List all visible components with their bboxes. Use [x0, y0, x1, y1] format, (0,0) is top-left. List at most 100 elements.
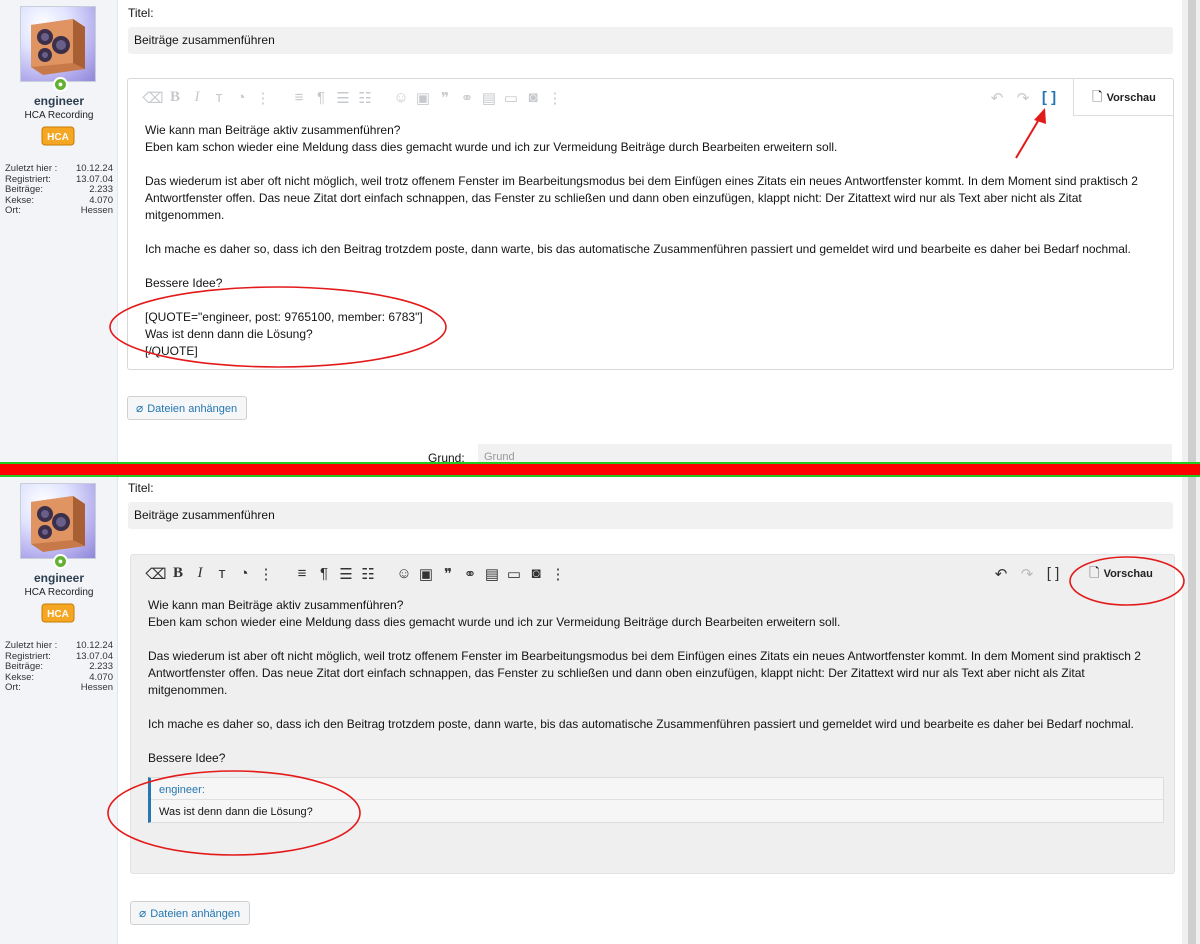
paragraph-icon[interactable]: ¶ — [313, 565, 335, 583]
svg-text:HCA: HCA — [47, 609, 69, 620]
bbcode-quote-close: [/QUOTE] — [145, 344, 198, 358]
undo-icon[interactable]: ↶ — [984, 89, 1010, 107]
post-line: Eben kam schon wieder eine Meldung dass … — [145, 140, 838, 154]
camera-icon[interactable]: ◙ — [522, 89, 544, 107]
italic-icon[interactable]: I — [186, 89, 208, 107]
post-form: Titel: Beiträge zusammenführen ⌫ B I т ◔… — [118, 0, 1200, 462]
redo-icon[interactable]: ↷ — [1010, 89, 1036, 107]
online-status-icon: ● — [53, 77, 68, 92]
username[interactable]: engineer — [0, 571, 118, 585]
align-icon[interactable]: ≡ — [288, 89, 310, 107]
media-icon[interactable]: ▤ — [478, 89, 500, 107]
scrollbar[interactable] — [1182, 0, 1200, 462]
reason-label: Grund: — [428, 451, 465, 462]
more-icon[interactable]: ⋮ — [544, 89, 566, 107]
bold-icon[interactable]: B — [167, 565, 189, 583]
smiley-icon[interactable]: ☺ — [390, 89, 412, 107]
post-paragraph: Das wiederum ist aber oft nicht möglich,… — [145, 174, 1138, 222]
paperclip-icon: ⌀ — [139, 906, 147, 920]
username[interactable]: engineer — [0, 94, 118, 108]
paperclip-icon: ⌀ — [136, 401, 144, 415]
eraser-icon[interactable]: ⌫ — [142, 89, 164, 107]
user-sidebar: ● engineer HCA Recording HCA Zuletzt hie… — [0, 0, 118, 462]
hca-badge-icon: HCA — [41, 603, 75, 623]
align-icon[interactable]: ≡ — [291, 565, 313, 583]
more-icon[interactable]: ⋮ — [252, 89, 274, 107]
attach-files-button[interactable]: ⌀ Dateien anhängen — [127, 396, 248, 420]
title-input[interactable]: Beiträge zusammenführen — [128, 502, 1173, 529]
bbcode-quote-body: Was ist denn dann die Lösung? — [145, 327, 313, 341]
bbcode-toggle-icon[interactable]: [ ] — [1036, 89, 1062, 107]
stat-row: Ort: Hessen — [5, 682, 113, 693]
paragraph-icon[interactable]: ¶ — [310, 89, 332, 107]
screenshot-divider — [0, 462, 1200, 477]
quote-icon[interactable]: ❞ — [437, 565, 459, 583]
italic-icon[interactable]: I — [189, 565, 211, 583]
post-paragraph: Ich mache es daher so, dass ich den Beit… — [145, 242, 1131, 256]
editor-content[interactable]: Wie kann man Beiträge aktiv zusammenführ… — [145, 122, 1153, 360]
quote-author[interactable]: engineer: — [151, 778, 1163, 800]
scrollbar-thumb[interactable] — [1188, 0, 1196, 462]
editor-toolbar: ⌫ B I т ◔ ⋮ ≡ ¶ ☰ ☷ ☺ ▣ ❞ ⚭ ▤ ▭ ◙ ⋮ ↶ ↷ … — [131, 555, 1174, 593]
more-icon[interactable]: ⋮ — [547, 565, 569, 583]
camera-icon[interactable]: ◙ — [525, 565, 547, 583]
post-line: Wie kann man Beiträge aktiv zusammenführ… — [148, 598, 404, 612]
avatar[interactable] — [20, 6, 96, 82]
preview-button[interactable]: 🗋 Vorschau — [1071, 555, 1171, 591]
title-label: Titel: — [128, 6, 154, 20]
rich-text-editor[interactable]: ⌫ B I т ◔ ⋮ ≡ ¶ ☰ ☷ ☺ ▣ ❞ ⚭ ▤ ▭ ◙ ⋮ ↶ ↷ … — [127, 78, 1174, 370]
unordered-list-icon[interactable]: ☰ — [335, 565, 357, 583]
title-input[interactable]: Beiträge zusammenführen — [128, 27, 1173, 54]
quote-body: Was ist denn dann die Lösung? — [159, 806, 313, 818]
ordered-list-icon[interactable]: ☷ — [354, 89, 376, 107]
post-paragraph: Bessere Idee? — [145, 276, 223, 290]
image-icon[interactable]: ▣ — [415, 565, 437, 583]
rendered-quote-block: engineer: Was ist denn dann die Lösung? — [148, 777, 1164, 823]
rich-text-editor[interactable]: ⌫ B I т ◔ ⋮ ≡ ¶ ☰ ☷ ☺ ▣ ❞ ⚭ ▤ ▭ ◙ ⋮ ↶ ↷ … — [130, 554, 1175, 874]
preview-icon: 🗋 — [1089, 565, 1100, 580]
scrollbar-thumb[interactable] — [1188, 477, 1196, 944]
link-icon[interactable]: ⚭ — [459, 565, 481, 583]
editor-content[interactable]: Wie kann man Beiträge aktiv zusammenführ… — [148, 597, 1164, 823]
font-size-icon[interactable]: т — [211, 565, 233, 583]
link-icon[interactable]: ⚭ — [456, 89, 478, 107]
ordered-list-icon[interactable]: ☷ — [357, 565, 379, 583]
preview-button[interactable]: 🗋 Vorschau — [1073, 79, 1174, 116]
bbcode-toggle-icon[interactable]: [ ] — [1040, 565, 1066, 583]
post-paragraph: Ich mache es daher so, dass ich den Beit… — [148, 717, 1134, 731]
avatar[interactable] — [20, 483, 96, 559]
eraser-icon[interactable]: ⌫ — [145, 565, 167, 583]
palette-icon[interactable]: ◔ — [230, 89, 252, 107]
post-paragraph: Das wiederum ist aber oft nicht möglich,… — [148, 649, 1141, 697]
palette-icon[interactable]: ◔ — [233, 565, 255, 583]
user-stats: Zuletzt hier :10.12.24 Registriert: 13.07… — [5, 640, 113, 694]
speaker-avatar-image — [31, 496, 85, 552]
font-size-icon[interactable]: т — [208, 89, 230, 107]
title-label: Titel: — [128, 481, 154, 495]
undo-icon[interactable]: ↶ — [988, 565, 1014, 583]
post-paragraph: Bessere Idee? — [148, 751, 226, 765]
scrollbar[interactable] — [1182, 477, 1200, 944]
unordered-list-icon[interactable]: ☰ — [332, 89, 354, 107]
svg-text:HCA: HCA — [47, 132, 69, 143]
smiley-icon[interactable]: ☺ — [393, 565, 415, 583]
video-icon[interactable]: ▭ — [500, 89, 522, 107]
reason-input[interactable]: Grund — [478, 444, 1172, 462]
media-icon[interactable]: ▤ — [481, 565, 503, 583]
editor-toolbar: ⌫ B I т ◔ ⋮ ≡ ¶ ☰ ☷ ☺ ▣ ❞ ⚭ ▤ ▭ ◙ ⋮ ↶ ↷ … — [128, 79, 1174, 117]
hca-badge-icon: HCA — [41, 126, 75, 146]
stat-row: Beiträge: 2.233 — [5, 661, 113, 672]
attach-files-button[interactable]: ⌀ Dateien anhängen — [130, 901, 251, 925]
more-icon[interactable]: ⋮ — [255, 565, 277, 583]
stat-row: Beiträge: 2.233 — [5, 184, 113, 195]
video-icon[interactable]: ▭ — [503, 565, 525, 583]
bold-icon[interactable]: B — [164, 89, 186, 107]
image-icon[interactable]: ▣ — [412, 89, 434, 107]
redo-icon[interactable]: ↷ — [1014, 565, 1040, 583]
user-sidebar: ● engineer HCA Recording HCA Zuletzt hie… — [0, 477, 118, 944]
user-title: HCA Recording — [24, 110, 94, 121]
quote-icon[interactable]: ❞ — [434, 89, 456, 107]
stat-row: Zuletzt hier :10.12.24 — [5, 640, 113, 651]
bbcode-quote-open: [QUOTE="engineer, post: 9765100, member:… — [145, 310, 423, 324]
stat-row: Ort: Hessen — [5, 205, 113, 216]
